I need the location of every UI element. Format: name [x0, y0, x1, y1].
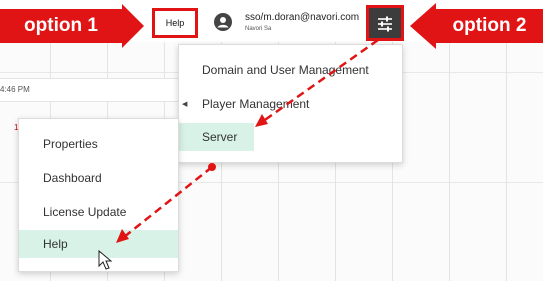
menu-item-domain-user-management[interactable]: Domain and User Management [179, 56, 402, 84]
settings-menu: Properties Dashboard License Update Help [18, 118, 179, 272]
option-2-callout: option 2 [410, 3, 543, 49]
option-1-label: option 1 [24, 15, 98, 36]
menu-item-server[interactable]: Server [179, 123, 254, 151]
menu-item-label: Domain and User Management [202, 63, 369, 77]
help-button[interactable]: Help [152, 8, 198, 38]
grid-time-label: 4:46 PM [0, 85, 30, 94]
option-1-callout: option 1 [0, 4, 144, 48]
help-button-label: Help [165, 18, 185, 28]
menu-item-label: Properties [43, 137, 98, 151]
option-2-label: option 2 [452, 15, 527, 36]
admin-menu: Domain and User Management ◀ Player Mana… [178, 44, 403, 163]
user-email[interactable]: sso/m.doran@navori.com [245, 12, 359, 23]
menu-item-help[interactable]: Help [19, 230, 178, 258]
menu-item-label: License Update [43, 205, 127, 219]
menu-item-label: Dashboard [43, 171, 102, 185]
menu-item-dashboard[interactable]: Dashboard [19, 164, 178, 192]
menu-item-properties[interactable]: Properties [19, 130, 178, 158]
user-avatar-icon[interactable] [214, 13, 232, 31]
settings-button[interactable] [366, 5, 404, 41]
menu-item-player-management[interactable]: Player Management [179, 90, 402, 118]
user-organization: Navori Sa [245, 26, 272, 32]
menu-item-label: Server [202, 130, 238, 144]
menu-item-label: Help [43, 237, 68, 251]
menu-item-license-update[interactable]: License Update [19, 198, 178, 226]
sliders-icon [378, 16, 392, 32]
grid-marker: 1 [14, 123, 19, 132]
menu-item-label: Player Management [202, 97, 310, 111]
